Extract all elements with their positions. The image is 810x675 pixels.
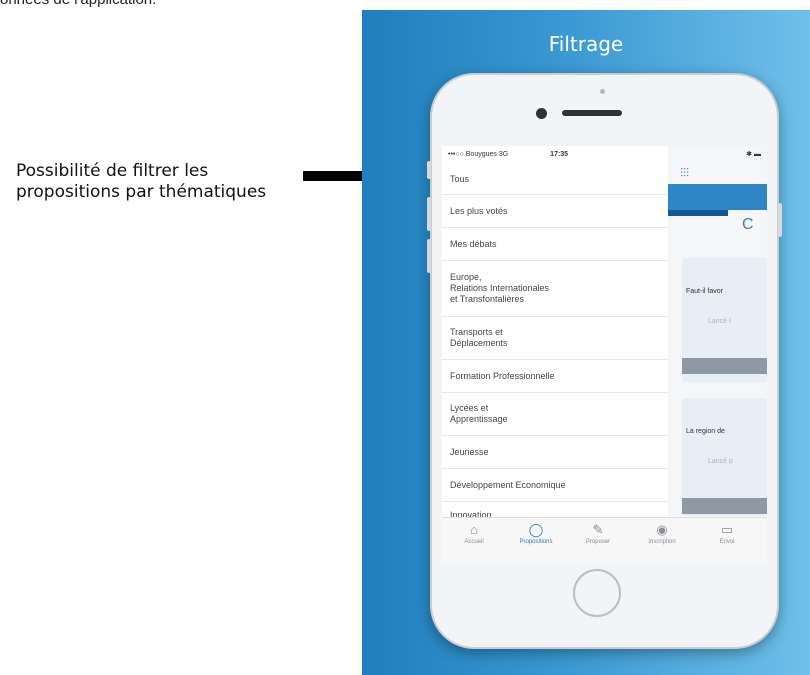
carrier-label: •••○○ Bouygues 3G [448, 151, 509, 158]
mute-switch [427, 161, 431, 179]
filter-item[interactable]: Tous [442, 165, 668, 195]
volume-down-button [427, 239, 431, 273]
phone-frame: •••○○ Bouygues 3G 17:35 Tous Les plus vo… [427, 73, 782, 649]
card-subtitle: Lancé p [708, 458, 733, 465]
tab-bar: ⌂ Accueil ◯ Propositions ✎ Proposer ◉ In… [442, 517, 767, 562]
filter-item[interactable]: Jeunesse [442, 436, 668, 469]
user-icon: ◉ [656, 522, 668, 537]
volume-up-button [427, 197, 431, 231]
front-camera [536, 108, 547, 119]
filter-menu: Tous Les plus votés Mes débats Europe, R… [442, 165, 669, 522]
status-bar: •••○○ Bouygues 3G 17:35 [442, 146, 668, 163]
filter-item[interactable]: Développement Economique [442, 469, 668, 502]
home-button[interactable] [573, 569, 621, 617]
filter-item[interactable]: Europe, Relations Internationales et Tra… [442, 261, 668, 317]
battery-status: ✱ ▬ [746, 151, 761, 158]
card-button[interactable] [682, 358, 767, 374]
sliders-icon[interactable]: ⫶⫶⫶ [680, 166, 689, 181]
filter-item[interactable]: Mes débats [442, 228, 668, 261]
earpiece-speaker [562, 110, 622, 116]
phone-screen: •••○○ Bouygues 3G 17:35 Tous Les plus vo… [442, 146, 767, 562]
tab-proposer[interactable]: ✎ Proposer [568, 522, 628, 545]
chat-icon: ◯ [528, 522, 544, 537]
card-title: La region de [686, 428, 725, 435]
home-icon: ⌂ [470, 522, 478, 537]
filter-item[interactable]: Formation Professionnelle [442, 360, 668, 393]
tab-propositions[interactable]: ◯ Propositions [506, 522, 566, 545]
screenshot-panel: Filtrage •••○○ Bouygues 3G 17:35 Tous Le… [362, 10, 810, 675]
header-bar [668, 184, 767, 210]
card-subtitle: Lancé I [708, 318, 731, 325]
filter-item[interactable]: Transports et Déplacements [442, 317, 668, 360]
filter-item[interactable]: Les plus votés [442, 195, 668, 228]
card-button[interactable] [682, 498, 767, 514]
pencil-icon: ✎ [592, 522, 604, 537]
status-time: 17:35 [550, 151, 569, 158]
filter-item[interactable]: Lycées et Apprentissage [442, 393, 668, 436]
proximity-sensor [600, 89, 605, 94]
tab-inscription[interactable]: ◉ Inscription [632, 522, 692, 545]
message-icon: ▭ [720, 522, 734, 537]
propositions-pane: ✱ ▬ ⫶⫶⫶ C Faut-il favor Lancé I La regio… [668, 146, 767, 562]
card-title: Faut-il favor [686, 288, 723, 295]
tab-indicator [668, 210, 728, 216]
panel-title: Filtrage [548, 32, 624, 56]
power-button [778, 203, 782, 237]
refresh-icon[interactable]: C [742, 216, 754, 234]
tab-envoi[interactable]: ▭ Envoi [697, 522, 757, 545]
top-caption: onnées de l'application. [0, 0, 156, 8]
annotation-text: Possibilité de filtrer les propositions … [16, 161, 267, 202]
tab-accueil[interactable]: ⌂ Accueil [444, 522, 504, 545]
